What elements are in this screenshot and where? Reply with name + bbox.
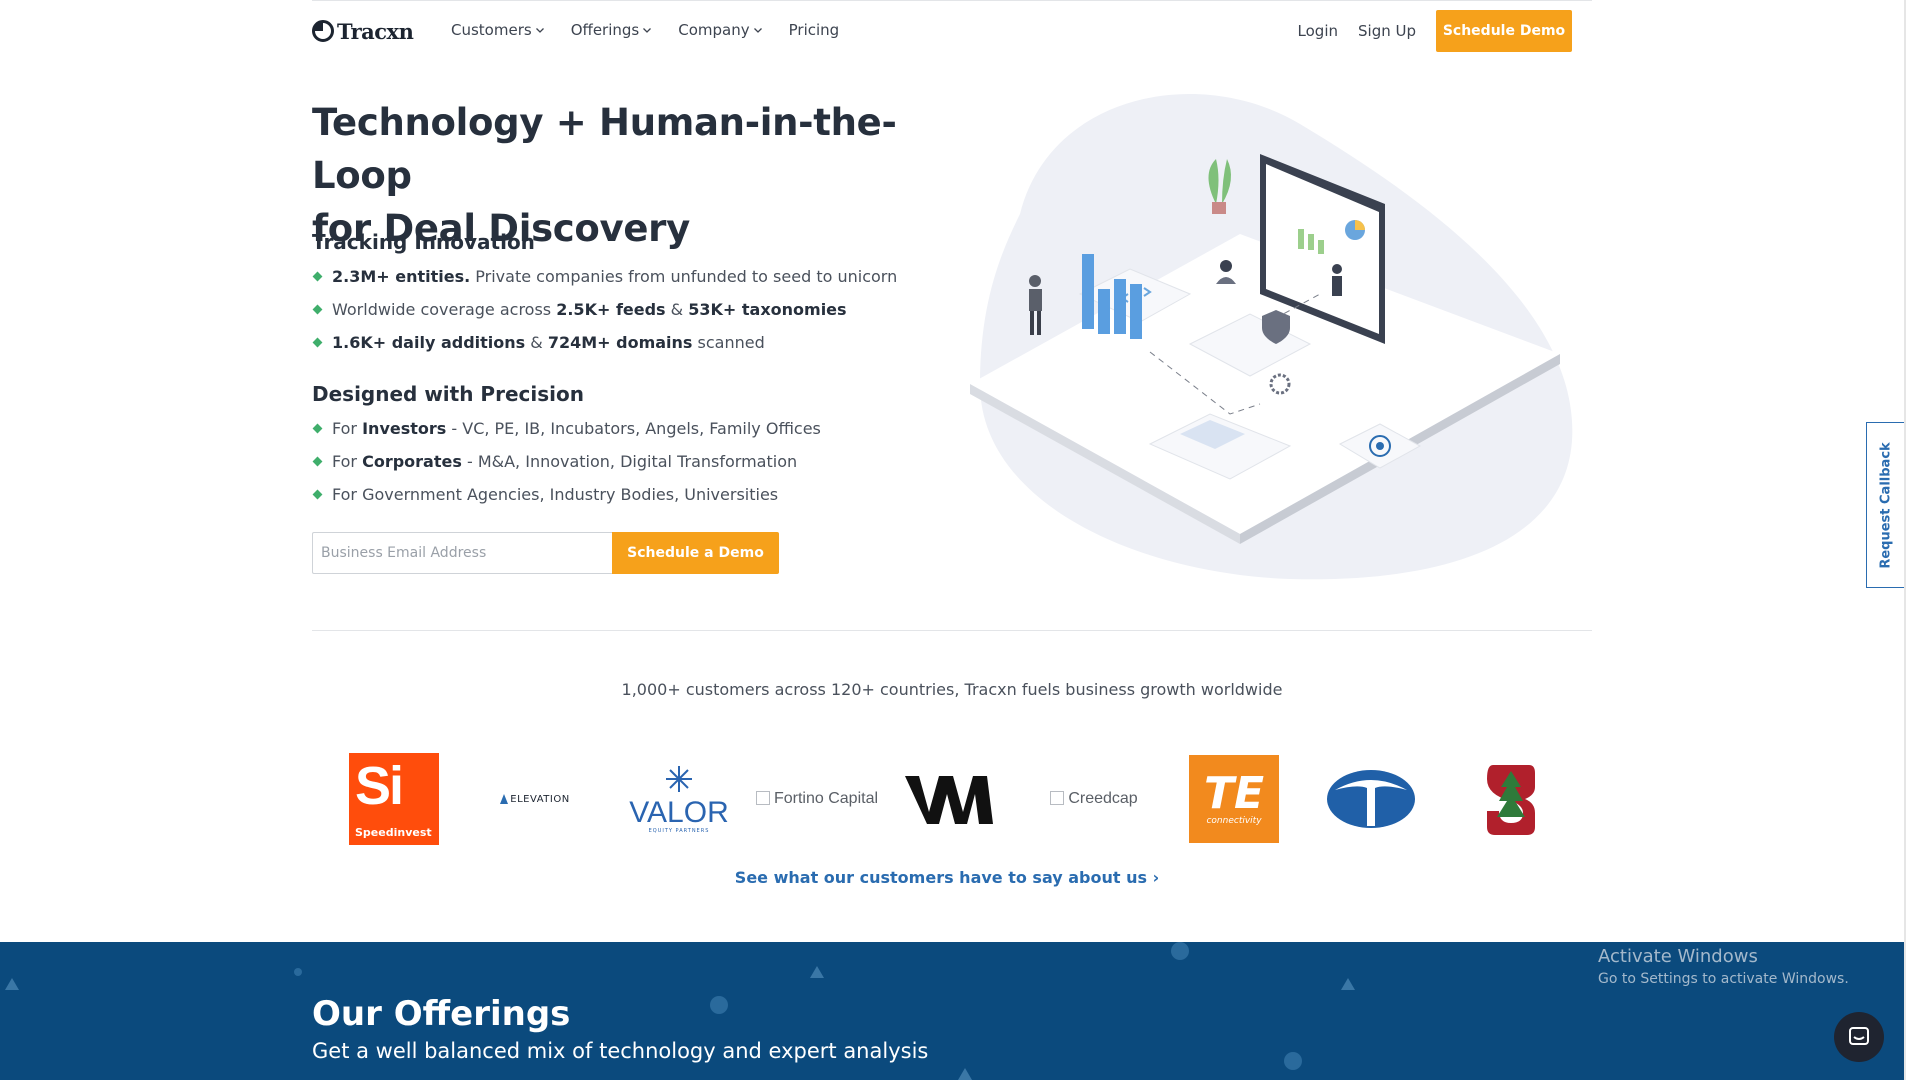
bullet-icon xyxy=(312,489,323,500)
bullet-icon xyxy=(312,304,323,315)
signup-link[interactable]: Sign Up xyxy=(1358,22,1416,40)
section-divider xyxy=(312,630,1592,631)
brand-logo[interactable]: Tracxn xyxy=(312,16,414,46)
nav-item-pricing[interactable]: Pricing xyxy=(789,21,840,39)
tata-logo xyxy=(1324,752,1418,846)
valor-star-icon xyxy=(665,766,692,792)
nav-item-label: Company xyxy=(678,21,750,39)
offerings-subtitle: Get a well balanced mix of technology an… xyxy=(312,1039,929,1063)
nav-item-customers[interactable]: Customers xyxy=(451,21,545,39)
request-callback-tab[interactable]: Request Callback xyxy=(1866,422,1906,588)
business-email-input[interactable] xyxy=(312,532,612,574)
bullet-icon xyxy=(312,271,323,282)
nav-item-company[interactable]: Company xyxy=(678,21,762,39)
chat-widget-button[interactable] xyxy=(1834,1012,1884,1062)
decor-triangle xyxy=(958,1068,972,1080)
bullet-icon xyxy=(312,423,323,434)
decor-dot xyxy=(294,968,302,976)
te-connectivity-logo: TE connectivity xyxy=(1187,752,1281,846)
customers-headline: 1,000+ customers across 120+ countries, … xyxy=(621,680,1283,699)
nav-item-label: Customers xyxy=(451,21,532,39)
login-link[interactable]: Login xyxy=(1298,22,1338,40)
tracking-heading: Tracking Innovation xyxy=(312,230,535,254)
list-item: Worldwide coverage across 2.5K+ feeds & … xyxy=(312,293,897,326)
schedule-demo-button[interactable]: Schedule Demo xyxy=(1436,10,1572,52)
chevron-down-icon xyxy=(753,28,762,33)
valor-logo: VALOR EQUITY PARTNERS xyxy=(624,752,734,846)
elevation-mark-icon xyxy=(500,794,509,804)
precision-list: For Investors - VC, PE, IB, Incubators, … xyxy=(312,412,821,511)
tata-logo-mark xyxy=(1327,770,1415,828)
fortino-capital-logo: Fortino Capital xyxy=(752,752,882,846)
decor-dot xyxy=(1284,1052,1302,1070)
list-item: For Investors - VC, PE, IB, Incubators, … xyxy=(312,412,821,445)
list-item: 2.3M+ entities. Private companies from u… xyxy=(312,260,897,293)
nav-actions: Login Sign Up Schedule Demo xyxy=(1298,10,1572,52)
chevron-down-icon xyxy=(535,28,544,33)
stanford-logo xyxy=(1464,752,1558,846)
speedinvest-logo: Si Speedinvest xyxy=(347,752,441,846)
nav-menu: Customers Offerings Company Pricing xyxy=(451,21,865,39)
tracxn-logo-icon xyxy=(312,20,334,42)
list-item: 1.6K+ daily additions & 724M+ domains sc… xyxy=(312,326,897,359)
nav-item-label: Pricing xyxy=(788,21,840,39)
wm-logo xyxy=(902,752,996,846)
chevron-right-icon: › xyxy=(1152,868,1160,887)
decor-dot xyxy=(710,996,728,1014)
schedule-a-demo-button[interactable]: Schedule a Demo xyxy=(612,532,779,574)
top-border xyxy=(312,0,1592,1)
decor-dot xyxy=(1171,942,1189,960)
hero-illustration xyxy=(970,94,1573,580)
decor-triangle xyxy=(5,978,19,990)
customer-logos: Si Speedinvest ELEVATION VALOR EQUITY PA… xyxy=(312,752,1592,846)
top-navigation: Tracxn Customers Offerings Company Prici… xyxy=(312,10,1582,54)
brand-name: Tracxn xyxy=(337,18,414,44)
bullet-icon xyxy=(312,456,323,467)
nav-item-label: Offerings xyxy=(570,21,640,39)
list-item: For Government Agencies, Industry Bodies… xyxy=(312,478,821,511)
offerings-title: Our Offerings xyxy=(312,994,571,1034)
stanford-tree-icon xyxy=(1487,765,1535,835)
broken-image-icon xyxy=(1050,791,1065,805)
chat-icon xyxy=(1849,1027,1869,1045)
windows-activation-watermark: Activate Windows Go to Settings to activ… xyxy=(1598,946,1849,987)
demo-signup-form: Schedule a Demo xyxy=(312,532,779,574)
elevation-logo: ELEVATION xyxy=(488,752,582,846)
broken-image-icon xyxy=(755,791,770,805)
precision-heading: Designed with Precision xyxy=(312,382,584,406)
tracking-list: 2.3M+ entities. Private companies from u… xyxy=(312,260,897,359)
nav-item-offerings[interactable]: Offerings xyxy=(571,21,653,39)
bullet-icon xyxy=(312,337,323,348)
customer-testimonials-link[interactable]: See what our customers have to say about… xyxy=(312,868,1582,887)
list-item: For Corporates - M&A, Innovation, Digita… xyxy=(312,445,821,478)
hero-title-line1: Technology + Human-in-the-Loop xyxy=(312,101,897,197)
creedcap-logo: Creedcap xyxy=(1039,752,1149,846)
decor-triangle xyxy=(1341,978,1355,990)
chevron-down-icon xyxy=(643,28,652,33)
decor-triangle xyxy=(810,966,824,978)
wm-logo-mark xyxy=(905,776,993,824)
